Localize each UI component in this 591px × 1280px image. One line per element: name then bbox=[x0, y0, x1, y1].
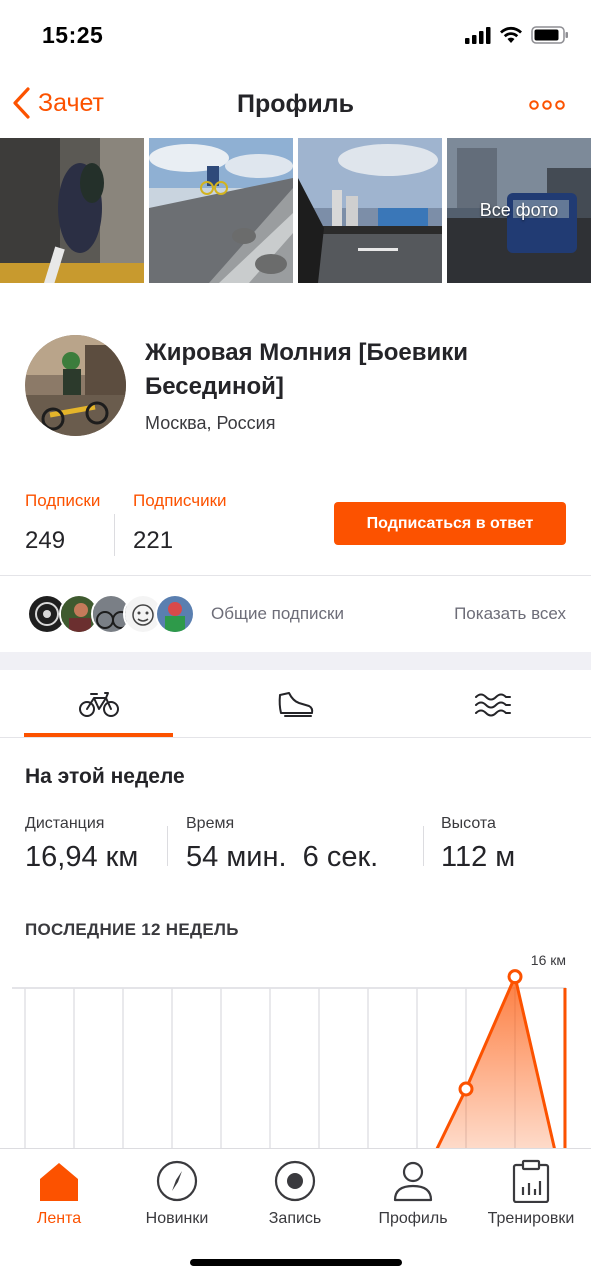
stat-distance: Дистанция 16,94 км bbox=[25, 815, 138, 874]
mutual-follows-row[interactable]: Общие подписки Показать всех bbox=[0, 576, 591, 652]
divider bbox=[423, 826, 424, 866]
week-title: На этой неделе bbox=[25, 765, 185, 788]
followers-count: 221 bbox=[133, 527, 174, 554]
signal-icon bbox=[465, 26, 491, 44]
tab-ride[interactable] bbox=[24, 670, 173, 738]
status-icons bbox=[465, 26, 569, 44]
tab-run[interactable] bbox=[221, 670, 370, 738]
chart-point bbox=[507, 969, 523, 985]
status-bar: 15:25 bbox=[0, 0, 591, 72]
stat-elevation: Высота 112 м bbox=[441, 815, 515, 874]
athlete-location: Москва, Россия bbox=[145, 413, 276, 433]
last-weeks-heading: ПОСЛЕДНИЕ 12 НЕДЕЛЬ bbox=[25, 920, 239, 939]
status-time: 15:25 bbox=[42, 22, 104, 48]
tab-feed-label: Лента bbox=[36, 1210, 82, 1227]
followers-label: Подписчики bbox=[133, 491, 227, 510]
follow-back-button[interactable]: Подписаться в ответ bbox=[334, 502, 566, 545]
swim-icon bbox=[474, 693, 511, 717]
athlete-avatar[interactable] bbox=[25, 335, 126, 436]
chart-max-label: 16 км bbox=[531, 952, 566, 968]
home-indicator bbox=[190, 1259, 402, 1266]
tab-training[interactable]: Тренировки bbox=[472, 1157, 590, 1228]
photo-thumbnail[interactable] bbox=[0, 138, 144, 283]
divider bbox=[167, 826, 168, 866]
divider bbox=[0, 737, 591, 738]
weekly-chart[interactable]: 16 км bbox=[0, 945, 591, 1150]
photo-thumbnail[interactable] bbox=[149, 138, 293, 283]
tab-record[interactable]: Запись bbox=[236, 1157, 354, 1228]
bike-icon bbox=[78, 692, 119, 717]
nav-bar: Зачет Профиль bbox=[0, 72, 591, 138]
photo-thumbnail-all[interactable]: Все фото bbox=[447, 138, 591, 283]
photo-strip: Все фото bbox=[0, 138, 591, 283]
following-label: Подписки bbox=[25, 491, 101, 510]
tab-profile[interactable]: Профиль bbox=[354, 1157, 472, 1228]
stat-time: Время 54 мин. 6 сек. bbox=[186, 815, 378, 874]
more-button[interactable] bbox=[529, 98, 565, 116]
stat-elevation-value: 112 м bbox=[441, 841, 516, 873]
divider bbox=[114, 514, 115, 556]
wifi-icon bbox=[500, 26, 522, 43]
tab-swim[interactable] bbox=[418, 670, 567, 738]
stat-time-label: Время bbox=[186, 815, 235, 832]
section-separator bbox=[0, 652, 591, 670]
battery-icon bbox=[531, 26, 568, 44]
tab-training-label: Тренировки bbox=[487, 1210, 575, 1227]
weekly-chart-svg: 16 км bbox=[12, 952, 567, 1150]
tab-explore[interactable]: Новинки bbox=[118, 1157, 236, 1228]
stat-distance-value: 16,94 км bbox=[25, 841, 139, 873]
show-all-link[interactable]: Показать всех bbox=[454, 604, 566, 624]
chart-point bbox=[458, 1081, 474, 1097]
more-dots-icon bbox=[529, 100, 565, 110]
page-title: Профиль bbox=[236, 90, 354, 118]
person-icon bbox=[393, 1161, 433, 1202]
chart-area bbox=[436, 976, 555, 1150]
athlete-name: Жировая Молния [Боевики Бесединой] bbox=[145, 339, 468, 400]
tab-feed[interactable]: Лента bbox=[0, 1157, 118, 1228]
followers-block[interactable]: Подписчики 221 bbox=[133, 491, 227, 555]
tab-record-label: Запись bbox=[268, 1210, 322, 1227]
mutual-avatar bbox=[155, 594, 195, 634]
tab-explore-label: Новинки bbox=[145, 1210, 209, 1227]
clipboard-chart-icon bbox=[512, 1159, 550, 1203]
following-count: 249 bbox=[25, 527, 66, 554]
home-icon bbox=[40, 1163, 78, 1201]
stat-time-value: 54 мин. 6 сек. bbox=[186, 841, 379, 873]
stat-elevation-label: Высота bbox=[441, 815, 496, 832]
photo-thumbnail[interactable] bbox=[298, 138, 442, 283]
sport-tabs bbox=[0, 670, 591, 738]
shoe-icon bbox=[278, 692, 313, 717]
following-block[interactable]: Подписки 249 bbox=[25, 491, 100, 555]
mutual-follows-label: Общие подписки bbox=[211, 604, 344, 623]
stat-distance-label: Дистанция bbox=[25, 815, 105, 832]
record-icon bbox=[274, 1160, 316, 1202]
all-photos-label: Все фото bbox=[479, 200, 559, 220]
compass-icon bbox=[156, 1160, 198, 1202]
tab-profile-label: Профиль bbox=[378, 1210, 448, 1227]
